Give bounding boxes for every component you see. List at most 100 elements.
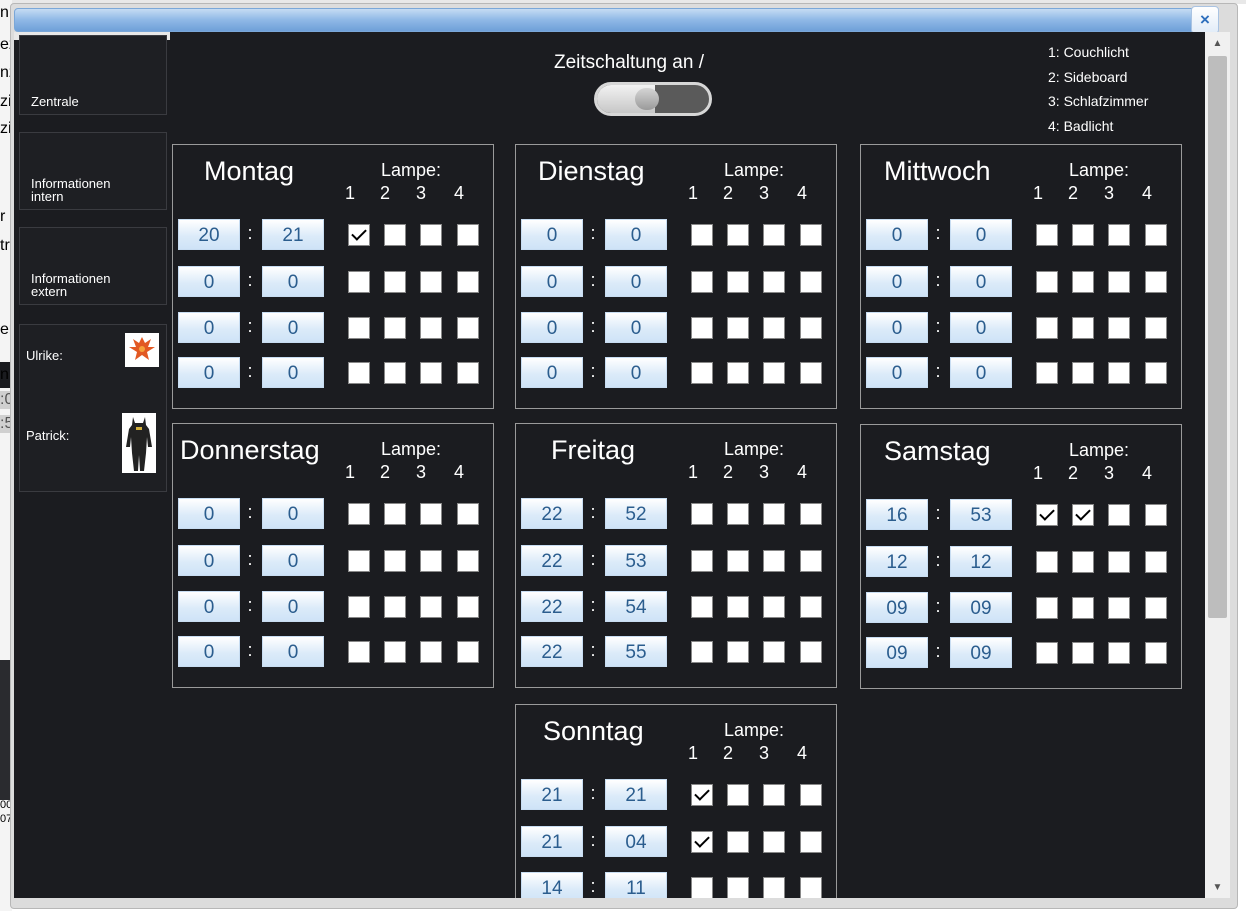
lamp-checkbox-2[interactable]: [384, 362, 406, 384]
lamp-checkbox-4[interactable]: [800, 271, 822, 293]
lamp-checkbox-1[interactable]: [348, 224, 370, 246]
lamp-checkbox-4[interactable]: [1145, 362, 1167, 384]
hour-input[interactable]: 0: [178, 312, 240, 343]
lamp-checkbox-1[interactable]: [1036, 551, 1058, 573]
lamp-checkbox-3[interactable]: [420, 503, 442, 525]
lamp-checkbox-1[interactable]: [691, 271, 713, 293]
lamp-checkbox-4[interactable]: [800, 224, 822, 246]
minute-input[interactable]: 09: [950, 637, 1012, 668]
lamp-checkbox-1[interactable]: [691, 550, 713, 572]
hour-input[interactable]: 0: [178, 545, 240, 576]
lamp-checkbox-3[interactable]: [1108, 317, 1130, 339]
lamp-checkbox-4[interactable]: [800, 831, 822, 853]
lamp-checkbox-2[interactable]: [727, 596, 749, 618]
lamp-checkbox-2[interactable]: [1072, 642, 1094, 664]
lamp-checkbox-1[interactable]: [691, 877, 713, 898]
minute-input[interactable]: 0: [605, 357, 667, 388]
hour-input[interactable]: 0: [521, 357, 583, 388]
lamp-checkbox-4[interactable]: [800, 550, 822, 572]
lamp-checkbox-1[interactable]: [348, 271, 370, 293]
scroll-down-icon[interactable]: ▼: [1205, 880, 1230, 896]
hour-input[interactable]: 0: [866, 266, 928, 297]
hour-input[interactable]: 0: [521, 312, 583, 343]
lamp-checkbox-2[interactable]: [384, 317, 406, 339]
lamp-checkbox-1[interactable]: [691, 784, 713, 806]
scroll-thumb[interactable]: [1208, 56, 1227, 618]
hour-input[interactable]: 0: [866, 312, 928, 343]
hour-input[interactable]: 22: [521, 591, 583, 622]
minute-input[interactable]: 0: [262, 636, 324, 667]
lamp-checkbox-1[interactable]: [348, 596, 370, 618]
lamp-checkbox-3[interactable]: [763, 550, 785, 572]
lamp-checkbox-3[interactable]: [763, 317, 785, 339]
lamp-checkbox-4[interactable]: [457, 503, 479, 525]
hour-input[interactable]: 21: [521, 826, 583, 857]
lamp-checkbox-3[interactable]: [1108, 551, 1130, 573]
lamp-checkbox-1[interactable]: [691, 596, 713, 618]
lamp-checkbox-4[interactable]: [457, 550, 479, 572]
dialog-scrollbar[interactable]: ▲ ▼: [1205, 32, 1230, 898]
lamp-checkbox-4[interactable]: [800, 596, 822, 618]
lamp-checkbox-2[interactable]: [727, 362, 749, 384]
minute-input[interactable]: 0: [950, 312, 1012, 343]
lamp-checkbox-4[interactable]: [1145, 642, 1167, 664]
lamp-checkbox-1[interactable]: [1036, 504, 1058, 526]
hour-input[interactable]: 0: [178, 266, 240, 297]
sidebar-item-zentrale[interactable]: Zentrale: [19, 35, 167, 115]
lamp-checkbox-1[interactable]: [1036, 317, 1058, 339]
lamp-checkbox-2[interactable]: [727, 271, 749, 293]
minute-input[interactable]: 11: [605, 872, 667, 898]
lamp-checkbox-2[interactable]: [727, 877, 749, 898]
minute-input[interactable]: 0: [950, 357, 1012, 388]
lamp-checkbox-3[interactable]: [420, 271, 442, 293]
lamp-checkbox-4[interactable]: [1145, 271, 1167, 293]
lamp-checkbox-4[interactable]: [1145, 317, 1167, 339]
hour-input[interactable]: 22: [521, 636, 583, 667]
hour-input[interactable]: 12: [866, 546, 928, 577]
lamp-checkbox-2[interactable]: [727, 641, 749, 663]
lamp-checkbox-4[interactable]: [1145, 504, 1167, 526]
lamp-checkbox-3[interactable]: [763, 596, 785, 618]
minute-input[interactable]: 0: [262, 312, 324, 343]
lamp-checkbox-3[interactable]: [420, 224, 442, 246]
minute-input[interactable]: 55: [605, 636, 667, 667]
lamp-checkbox-3[interactable]: [1108, 271, 1130, 293]
hour-input[interactable]: 0: [178, 636, 240, 667]
lamp-checkbox-1[interactable]: [1036, 362, 1058, 384]
lamp-checkbox-3[interactable]: [1108, 597, 1130, 619]
lamp-checkbox-2[interactable]: [1072, 317, 1094, 339]
hour-input[interactable]: 0: [178, 498, 240, 529]
lamp-checkbox-2[interactable]: [727, 831, 749, 853]
lamp-checkbox-4[interactable]: [800, 362, 822, 384]
lamp-checkbox-3[interactable]: [763, 271, 785, 293]
lamp-checkbox-4[interactable]: [800, 317, 822, 339]
lamp-checkbox-1[interactable]: [691, 831, 713, 853]
sidebar-item-informationen-extern[interactable]: Informationen extern: [19, 227, 167, 305]
lamp-checkbox-4[interactable]: [457, 271, 479, 293]
minute-input[interactable]: 0: [950, 266, 1012, 297]
lamp-checkbox-4[interactable]: [1145, 551, 1167, 573]
lamp-checkbox-1[interactable]: [691, 641, 713, 663]
lamp-checkbox-3[interactable]: [420, 317, 442, 339]
lamp-checkbox-4[interactable]: [457, 224, 479, 246]
minute-input[interactable]: 04: [605, 826, 667, 857]
lamp-checkbox-2[interactable]: [1072, 271, 1094, 293]
minute-input[interactable]: 0: [262, 357, 324, 388]
lamp-checkbox-2[interactable]: [384, 641, 406, 663]
lamp-checkbox-3[interactable]: [763, 224, 785, 246]
lamp-checkbox-2[interactable]: [384, 596, 406, 618]
lamp-checkbox-2[interactable]: [727, 550, 749, 572]
minute-input[interactable]: 0: [262, 545, 324, 576]
minute-input[interactable]: 0: [262, 266, 324, 297]
hour-input[interactable]: 09: [866, 637, 928, 668]
hour-input[interactable]: 0: [178, 357, 240, 388]
lamp-checkbox-2[interactable]: [384, 271, 406, 293]
lamp-checkbox-4[interactable]: [1145, 224, 1167, 246]
lamp-checkbox-3[interactable]: [1108, 642, 1130, 664]
hour-input[interactable]: 0: [866, 219, 928, 250]
close-button[interactable]: ×: [1191, 6, 1219, 34]
lamp-checkbox-2[interactable]: [1072, 362, 1094, 384]
lamp-checkbox-3[interactable]: [1108, 224, 1130, 246]
hour-input[interactable]: 20: [178, 219, 240, 250]
scroll-up-icon[interactable]: ▲: [1205, 36, 1230, 52]
